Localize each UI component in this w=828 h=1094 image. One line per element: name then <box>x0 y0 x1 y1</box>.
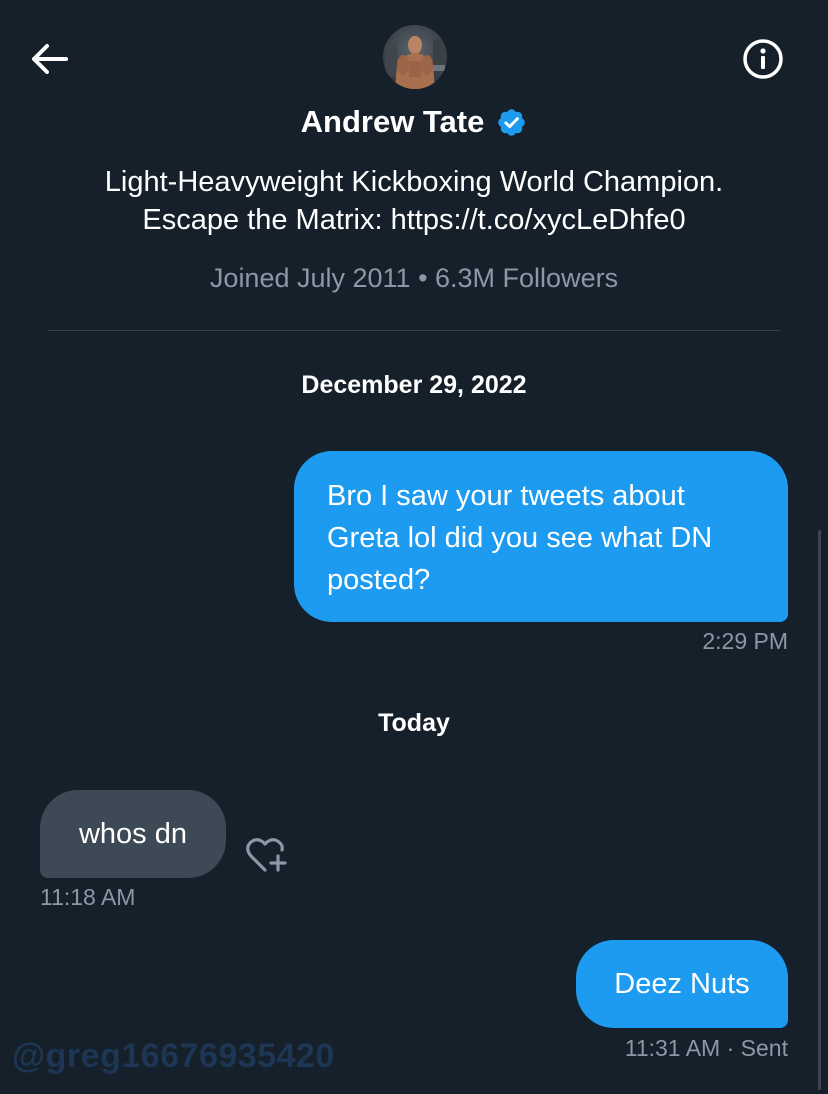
scrollbar[interactable] <box>818 530 821 1090</box>
outgoing-message-bubble[interactable]: Deez Nuts <box>576 940 788 1028</box>
bio-line: Light-Heavyweight Kickboxing World Champ… <box>104 166 724 198</box>
message-status-separator: · <box>726 1035 741 1061</box>
date-separator: December 29, 2022 <box>301 371 527 399</box>
message-timestamp: 11:18 AM <box>40 884 136 910</box>
arrow-left-icon <box>32 44 68 74</box>
date-separator: Today <box>378 709 450 737</box>
info-circle-icon <box>743 39 783 79</box>
react-button[interactable] <box>244 834 290 876</box>
divider <box>48 330 780 331</box>
outgoing-message-bubble[interactable]: Bro I saw your tweets about Greta lol di… <box>294 451 788 622</box>
message-timestamp-status: 11:31 AM · Sent <box>625 1035 788 1062</box>
incoming-message-bubble[interactable]: whos dn <box>40 790 226 878</box>
profile-photo <box>383 25 447 89</box>
watermark: @greg16676935420 <box>12 1037 335 1075</box>
heart-plus-icon <box>246 838 287 872</box>
avatar[interactable] <box>383 25 447 89</box>
profile-name-row: Andrew Tate <box>0 100 828 144</box>
message-status: Sent <box>740 1035 788 1061</box>
message-timestamp: 2:29 PM <box>702 628 788 654</box>
bio-link-line[interactable]: Escape the Matrix: https://t.co/xycLeDhf… <box>0 201 828 239</box>
verified-badge-icon <box>496 107 527 138</box>
profile-meta: Joined July 2011 • 6.3M Followers <box>209 263 619 293</box>
profile-name[interactable]: Andrew Tate <box>301 104 485 140</box>
back-button[interactable] <box>26 36 72 82</box>
info-button[interactable] <box>740 36 786 82</box>
message-timestamp: 11:31 AM <box>624 1035 721 1061</box>
profile-bio: Light-Heavyweight Kickboxing World Champ… <box>0 163 828 239</box>
